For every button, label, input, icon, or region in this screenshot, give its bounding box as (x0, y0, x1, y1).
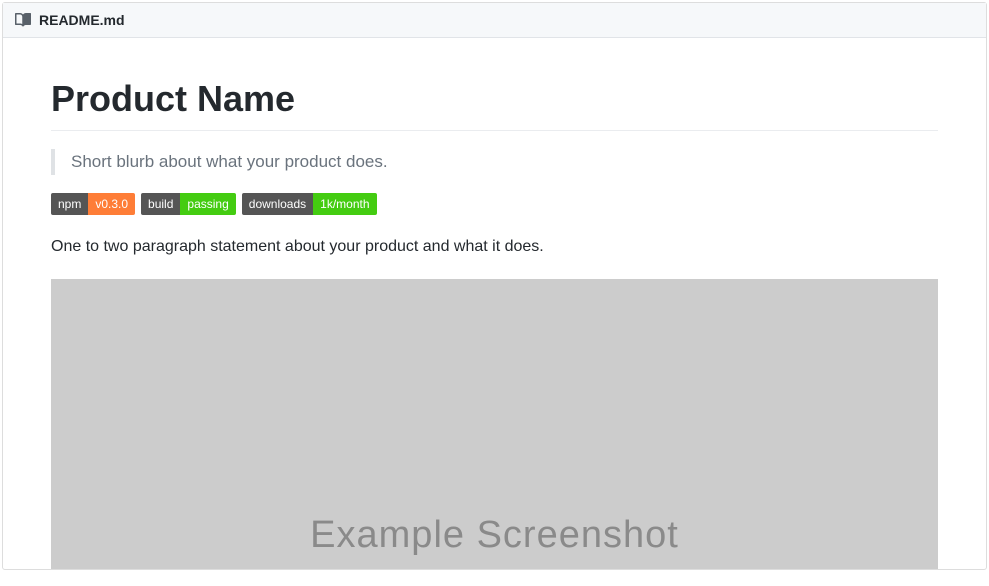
blurb-text: Short blurb about what your product does… (71, 152, 388, 171)
screenshot-label: Example Screenshot (310, 514, 679, 557)
readme-body: Product Name Short blurb about what your… (3, 38, 986, 569)
badge-label: npm (51, 193, 88, 215)
book-icon (15, 12, 31, 28)
readme-container: README.md Product Name Short blurb about… (2, 2, 987, 570)
screenshot-placeholder: Example Screenshot (51, 279, 938, 569)
badge-label: downloads (242, 193, 313, 215)
badge-value: 1k/month (313, 193, 376, 215)
blurb-quote: Short blurb about what your product does… (51, 149, 938, 175)
badge-build[interactable]: build passing (141, 193, 236, 215)
badge-value: passing (180, 193, 235, 215)
readme-filename: README.md (39, 12, 125, 28)
badge-label: build (141, 193, 180, 215)
badges-row: npm v0.3.0 build passing downloads 1k/mo… (51, 193, 938, 215)
badge-npm[interactable]: npm v0.3.0 (51, 193, 135, 215)
description-text: One to two paragraph statement about you… (51, 235, 938, 259)
badge-downloads[interactable]: downloads 1k/month (242, 193, 377, 215)
readme-header: README.md (3, 3, 986, 38)
product-title: Product Name (51, 78, 938, 131)
badge-value: v0.3.0 (88, 193, 135, 215)
